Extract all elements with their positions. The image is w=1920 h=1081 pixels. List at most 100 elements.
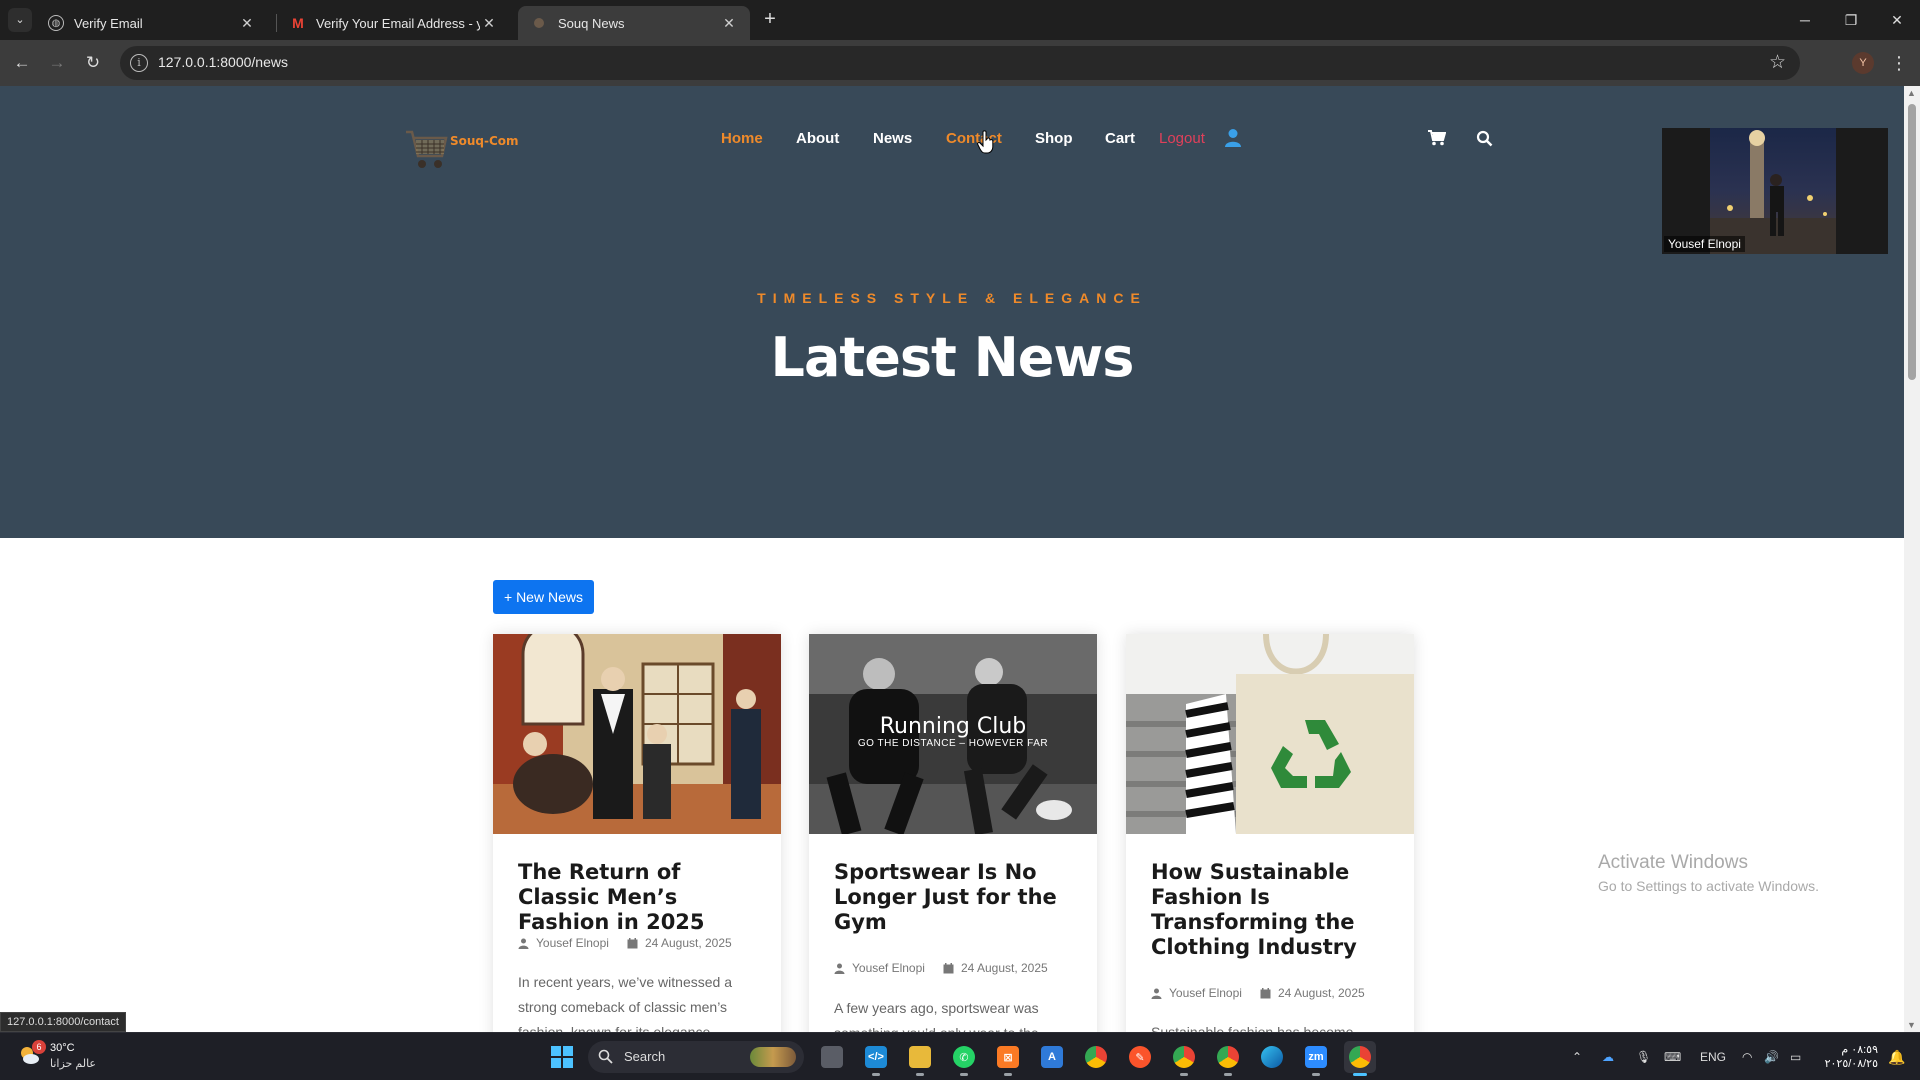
browser-menu-icon[interactable]: ⋮ xyxy=(1890,52,1908,74)
page-scrollbar[interactable]: ▲ ▼ xyxy=(1904,86,1920,1032)
windows-start-icon[interactable] xyxy=(550,1045,574,1069)
edge-icon[interactable] xyxy=(1256,1041,1288,1073)
new-tab-button[interactable]: + xyxy=(758,8,782,32)
bookmark-star-icon[interactable]: ☆ xyxy=(1769,51,1786,74)
profile-avatar[interactable]: Y xyxy=(1852,52,1874,74)
news-card[interactable]: How Sustainable Fashion Is Transforming … xyxy=(1126,634,1414,1032)
clock-date: ٢٠٢٥/٠٨/٢٥ xyxy=(1824,1058,1878,1070)
notification-bell-icon[interactable]: 🔔 xyxy=(1888,1049,1905,1066)
chrome-icon[interactable] xyxy=(1080,1041,1112,1073)
news-card-image-running-club[interactable]: Running Club GO THE DISTANCE – HOWEVER F… xyxy=(809,634,1097,834)
news-card-date: 24 August, 2025 xyxy=(644,936,732,950)
news-card-excerpt: Sustainable fashion has become xyxy=(1151,1024,1354,1032)
news-card-date: 24 August, 2025 xyxy=(1277,986,1365,1000)
page-title: Latest News xyxy=(770,326,1135,389)
nav-news[interactable]: News xyxy=(873,130,912,147)
news-card-excerpt: A few years ago, sportswear was somethin… xyxy=(834,1000,1039,1032)
news-card-meta: Yousef Elnopi 24 August, 2025 xyxy=(834,961,1048,975)
brave-icon[interactable]: ✎ xyxy=(1124,1041,1156,1073)
zoom-icon[interactable]: zm xyxy=(1300,1041,1332,1076)
wifi-icon[interactable]: ◠ xyxy=(1742,1033,1752,1081)
news-card-title[interactable]: Sportswear Is No Longer Just for the Gym xyxy=(834,860,1074,935)
close-tab-icon[interactable]: ✕ xyxy=(480,15,498,32)
user-icon xyxy=(1151,988,1162,999)
news-card-author: Yousef Elnopi xyxy=(1169,986,1242,1000)
tab-souq-news[interactable]: Souq News ✕ xyxy=(518,6,750,40)
nav-about[interactable]: About xyxy=(796,130,839,147)
task-view-icon[interactable] xyxy=(816,1041,848,1073)
news-card-title[interactable]: The Return of Classic Men’s Fashion in 2… xyxy=(518,860,758,935)
reload-icon[interactable]: ↻ xyxy=(80,50,106,76)
close-tab-icon[interactable]: ✕ xyxy=(238,15,256,32)
language-indicator[interactable]: ENG xyxy=(1700,1033,1726,1081)
calendar-icon xyxy=(627,937,638,948)
calendar-icon xyxy=(943,962,954,973)
chrome-active-icon[interactable] xyxy=(1344,1041,1376,1076)
keyboard-icon[interactable]: ⌨ xyxy=(1664,1033,1681,1081)
video-call-overlay[interactable]: Yousef Elnopi xyxy=(1662,128,1888,254)
news-card[interactable]: The Return of Classic Men’s Fashion in 2… xyxy=(493,634,781,1032)
system-clock[interactable]: ٠٨:٥٩ م ٢٠٢٥/٠٨/٢٥ xyxy=(1818,1043,1878,1071)
onedrive-icon[interactable]: ☁ xyxy=(1602,1033,1614,1081)
user-icon[interactable] xyxy=(1224,128,1242,148)
running-club-subline: GO THE DISTANCE – HOWEVER FAR xyxy=(857,738,1049,749)
hero-section: Souq-Com Home About News Contact Shop Ca… xyxy=(0,86,1904,538)
new-news-button[interactable]: + New News xyxy=(493,580,594,614)
hero-overline: TIMELESS STYLE & ELEGANCE xyxy=(757,290,1147,306)
chrome-profile-2-icon[interactable] xyxy=(1212,1041,1244,1076)
scroll-down-arrow-icon[interactable]: ▼ xyxy=(1907,1020,1916,1030)
nav-logout[interactable]: Logout xyxy=(1159,130,1205,147)
tab-title: Verify Email xyxy=(74,15,143,31)
scroll-up-arrow-icon[interactable]: ▲ xyxy=(1907,88,1916,98)
address-url[interactable]: 127.0.0.1:8000/news xyxy=(158,54,288,70)
windows-taskbar: 6 30°C عالم حزانا Search </> ✆ ⊠ A ✎ zm … xyxy=(0,1032,1920,1080)
watermark-line2: Go to Settings to activate Windows. xyxy=(1598,878,1819,894)
nav-shop[interactable]: Shop xyxy=(1035,130,1073,147)
close-tab-icon[interactable]: ✕ xyxy=(720,15,738,32)
vscode-icon[interactable]: </> xyxy=(860,1041,892,1076)
activate-windows-watermark: Activate Windows Go to Settings to activ… xyxy=(1598,852,1819,894)
news-card-image-classic-fashion[interactable] xyxy=(493,634,781,834)
minimize-button[interactable]: ─ xyxy=(1782,0,1828,40)
nav-cart[interactable]: Cart xyxy=(1105,130,1135,147)
tab-search-button[interactable]: ⌄ xyxy=(8,8,32,32)
file-explorer-icon[interactable] xyxy=(904,1041,936,1076)
whatsapp-icon[interactable]: ✆ xyxy=(948,1041,980,1076)
microphone-icon[interactable]: 🎙 xyxy=(1636,1033,1651,1081)
chrome-profile-icon[interactable] xyxy=(1168,1041,1200,1076)
nav-home[interactable]: Home xyxy=(721,130,763,147)
news-card-author: Yousef Elnopi xyxy=(852,961,925,975)
news-card-image-sustainable-bag[interactable] xyxy=(1126,634,1414,834)
site-info-icon[interactable]: i xyxy=(130,54,148,72)
back-arrow-icon[interactable]: ← xyxy=(9,50,35,76)
gmail-icon: M xyxy=(292,15,304,31)
close-window-button[interactable]: ✕ xyxy=(1874,0,1920,40)
search-highlight-image xyxy=(750,1047,796,1067)
site-favicon xyxy=(534,18,544,28)
clock-time: ٠٨:٥٩ م xyxy=(1841,1044,1878,1056)
news-card-title[interactable]: How Sustainable Fashion Is Transforming … xyxy=(1151,860,1391,960)
address-bar[interactable]: i 127.0.0.1:8000/news ☆ xyxy=(120,46,1800,80)
search-icon[interactable] xyxy=(1476,130,1493,147)
xampp-icon[interactable]: ⊠ xyxy=(992,1041,1024,1076)
tab-title: Verify Your Email Address - you xyxy=(316,15,480,31)
running-club-headline: Running Club xyxy=(879,714,1027,739)
battery-icon[interactable]: ▭ xyxy=(1790,1033,1801,1081)
tab-divider xyxy=(276,14,277,32)
cart-icon[interactable] xyxy=(1428,130,1446,146)
news-card[interactable]: Running Club GO THE DISTANCE – HOWEVER F… xyxy=(809,634,1097,1032)
tab-verify-email[interactable]: ◍ Verify Email ✕ xyxy=(36,6,268,40)
tab-gmail-verify[interactable]: M Verify Your Email Address - you ✕ xyxy=(278,6,510,40)
word-a-icon[interactable]: A xyxy=(1036,1041,1068,1073)
news-card-date: 24 August, 2025 xyxy=(960,961,1048,975)
calendar-icon xyxy=(1260,987,1271,998)
video-participant-name: Yousef Elnopi xyxy=(1664,236,1745,252)
taskbar-search[interactable]: Search xyxy=(588,1041,804,1073)
forward-arrow-icon[interactable]: → xyxy=(44,50,70,76)
news-card-meta: Yousef Elnopi 24 August, 2025 xyxy=(1151,986,1365,1000)
volume-icon[interactable]: 🔊 xyxy=(1764,1033,1779,1081)
restore-button[interactable]: ❐ xyxy=(1828,0,1874,40)
tray-overflow-icon[interactable]: ⌃ xyxy=(1572,1033,1582,1081)
scrollbar-thumb[interactable] xyxy=(1908,104,1916,380)
taskbar-search-label: Search xyxy=(624,1049,666,1064)
